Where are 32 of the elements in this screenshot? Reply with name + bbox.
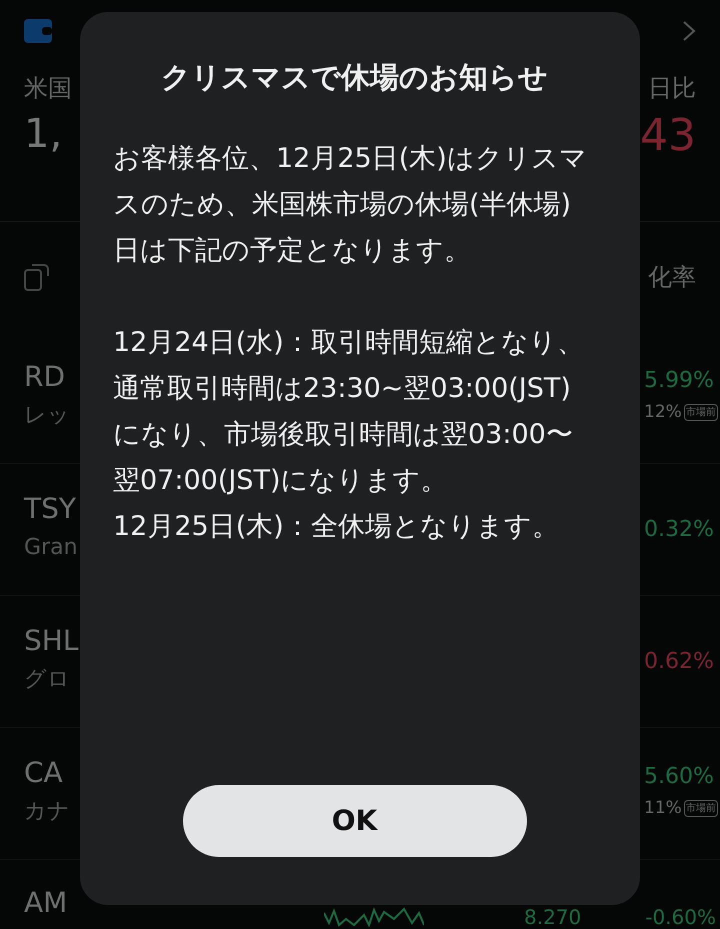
session-tag: 市場前 bbox=[684, 404, 718, 421]
change-label: 日比 bbox=[648, 73, 696, 104]
stock-symbol: TSY bbox=[24, 495, 77, 523]
session-tag: 市場前 bbox=[684, 800, 718, 817]
wallet-icon bbox=[24, 19, 52, 43]
stock-name: レッ bbox=[24, 402, 70, 430]
sub-change: 12% bbox=[644, 400, 682, 424]
sub-change: 11% bbox=[644, 796, 682, 820]
change-percent: 5.99% bbox=[644, 370, 714, 392]
chevron-right-icon[interactable] bbox=[682, 20, 696, 42]
change-percent: 5.60% bbox=[644, 766, 714, 788]
summary-label: 米国 bbox=[24, 73, 72, 104]
copy-icon[interactable] bbox=[24, 262, 50, 292]
change-percent: -0.60% bbox=[645, 907, 717, 927]
stock-symbol: RD bbox=[24, 363, 66, 391]
notice-paragraph: 12月24日(水)：取引時間短縮となり、通常取引時間は23:30~翌03:00(JST)になり、市場後取引時間は翌03:00〜翌07:00(JST)になります。 bbox=[113, 326, 585, 498]
notice-paragraph: お客様各位、12月25日(木)はクリスマスのため、米国株市場の休場(半休場)日は下記の予定となります。 bbox=[113, 142, 588, 268]
stock-name: カナ bbox=[24, 798, 70, 826]
change-value: 43 bbox=[640, 114, 696, 158]
notice-paragraph: 12月25日(木)：全休場となります。 bbox=[113, 510, 560, 544]
stock-name: グロ bbox=[24, 666, 71, 694]
stock-name: Gran bbox=[24, 534, 78, 562]
stock-symbol: SHL bbox=[24, 627, 78, 655]
change-percent: 0.32% bbox=[644, 518, 714, 540]
dialog-title: クリスマスで休場のお知らせ bbox=[161, 59, 548, 96]
stock-symbol: CA bbox=[24, 759, 64, 787]
column-header: 化率 bbox=[648, 262, 696, 293]
stock-price: 8.270 bbox=[524, 907, 582, 927]
change-percent: 0.62% bbox=[644, 650, 714, 672]
summary-value: 1, bbox=[24, 114, 64, 154]
ok-button[interactable]: OK bbox=[182, 785, 526, 857]
stock-symbol: AM bbox=[24, 889, 68, 917]
